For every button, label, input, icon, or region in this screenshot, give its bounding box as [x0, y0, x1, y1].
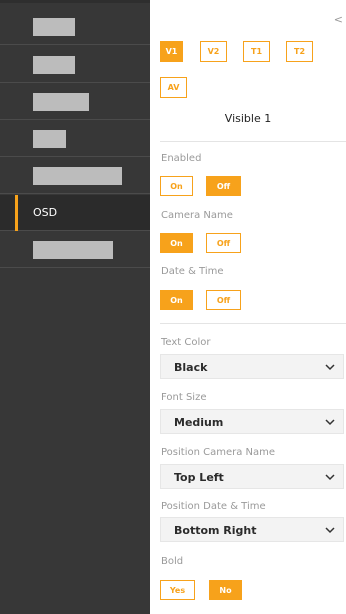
tab-av[interactable]: AV	[160, 77, 187, 98]
enabled-off-button[interactable]: Off	[206, 176, 241, 196]
bold-label: Bold	[161, 556, 184, 567]
divider	[160, 141, 346, 142]
date-time-off-button[interactable]: Off	[206, 290, 241, 310]
collapse-icon[interactable]: <	[334, 13, 343, 26]
sidebar-item-label-redacted	[33, 130, 66, 148]
sidebar-item-label: OSD	[33, 206, 58, 219]
sidebar-item-label-redacted	[33, 56, 75, 74]
position-date-time-select[interactable]: Bottom Right	[160, 517, 344, 542]
text-color-select[interactable]: Black	[160, 354, 344, 379]
page-title: Visible 1	[224, 112, 272, 125]
font-size-value: Medium	[174, 416, 224, 429]
chevron-down-icon	[325, 419, 335, 426]
sidebar-item-label-redacted	[33, 93, 89, 111]
bold-yes-button[interactable]: Yes	[160, 580, 195, 600]
position-camera-name-select[interactable]: Top Left	[160, 464, 344, 489]
chevron-down-icon	[325, 364, 335, 371]
sidebar-item-1[interactable]	[0, 9, 150, 45]
tab-v2[interactable]: V2	[200, 41, 227, 62]
chevron-down-icon	[325, 474, 335, 481]
camera-name-label: Camera Name	[161, 210, 233, 221]
chevron-down-icon	[325, 527, 335, 534]
sidebar-item-7[interactable]	[0, 232, 150, 268]
sidebar-item-label-redacted	[33, 167, 122, 185]
enabled-label: Enabled	[161, 153, 202, 164]
sidebar: OSD	[0, 0, 150, 614]
camera-name-on-button[interactable]: On	[160, 233, 193, 253]
position-date-time-value: Bottom Right	[174, 524, 257, 537]
sidebar-item-3[interactable]	[0, 84, 150, 120]
enabled-on-button[interactable]: On	[160, 176, 193, 196]
sidebar-item-2[interactable]	[0, 47, 150, 83]
tab-t1[interactable]: T1	[243, 41, 270, 62]
sidebar-top-edge	[0, 0, 150, 3]
text-color-value: Black	[174, 361, 208, 374]
tab-v1[interactable]: V1	[160, 41, 183, 62]
bold-no-button[interactable]: No	[209, 580, 242, 600]
sidebar-item-label-redacted	[33, 241, 113, 259]
osd-panel: < V1 V2 T1 T2 AV Visible 1 Enabled On Of…	[150, 0, 346, 614]
sidebar-item-label-redacted	[33, 18, 75, 36]
active-indicator	[15, 195, 18, 231]
text-color-label: Text Color	[161, 337, 211, 348]
date-time-label: Date & Time	[161, 266, 224, 277]
date-time-on-button[interactable]: On	[160, 290, 193, 310]
position-date-time-label: Position Date & Time	[161, 501, 266, 512]
divider	[160, 323, 346, 324]
position-camera-name-value: Top Left	[174, 471, 224, 484]
sidebar-item-4[interactable]	[0, 121, 150, 157]
position-camera-name-label: Position Camera Name	[161, 447, 276, 458]
font-size-select[interactable]: Medium	[160, 409, 344, 434]
font-size-label: Font Size	[161, 392, 207, 403]
camera-name-off-button[interactable]: Off	[206, 233, 241, 253]
tab-t2[interactable]: T2	[286, 41, 313, 62]
sidebar-item-5[interactable]	[0, 158, 150, 194]
sidebar-item-osd[interactable]: OSD	[0, 195, 150, 231]
